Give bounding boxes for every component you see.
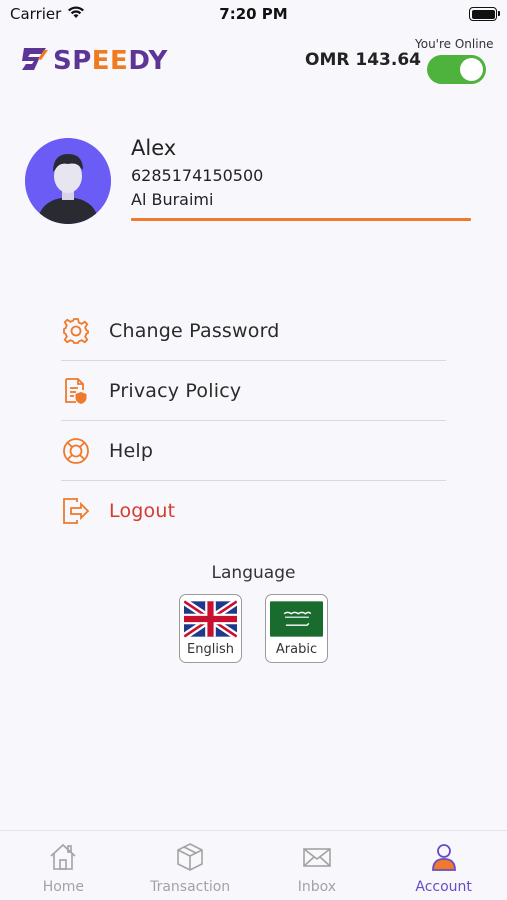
profile-divider [131,218,471,221]
online-status-label: You're Online [415,37,494,51]
logo-text-sp: SP [53,46,92,76]
lifebuoy-icon [61,436,91,466]
bottom-tab-bar: Home Transaction Inbox Account [0,830,507,900]
language-title: Language [211,563,296,583]
clock: 7:20 PM [219,5,288,23]
battery-icon [469,7,500,21]
tab-label: Account [415,879,472,895]
menu-item-help[interactable]: Help [61,421,446,481]
menu-item-change-password[interactable]: Change Password [61,301,446,361]
wallet-balance: OMR 143.64 [305,50,421,70]
app-header: SPEEDY OMR 143.64 You're Online [0,34,507,94]
gear-icon [61,316,91,346]
tab-transaction[interactable]: Transaction [127,831,254,900]
menu-item-label: Logout [109,500,176,522]
menu-item-logout[interactable]: Logout [61,481,446,541]
profile-phone: 6285174150500 [131,166,264,185]
speedy-logo: SPEEDY [20,46,168,76]
language-arabic-button[interactable]: Arabic [265,594,328,663]
tab-home[interactable]: Home [0,831,127,900]
tab-inbox[interactable]: Inbox [254,831,381,900]
language-arabic-label: Arabic [275,642,318,657]
tab-account[interactable]: Account [380,831,507,900]
status-bar: Carrier 7:20 PM [0,0,507,28]
toggle-knob [460,58,483,81]
tab-label: Home [42,879,85,895]
logo-text-dy: DY [128,46,168,76]
menu-item-label: Privacy Policy [109,379,242,402]
uk-flag-icon [184,599,237,639]
menu-item-label: Change Password [109,319,280,342]
profile-name: Alex [131,136,177,160]
online-toggle[interactable] [427,55,486,84]
logo-text-ee: EE [91,46,129,76]
document-shield-icon [61,376,91,406]
logo-mark-icon [20,46,50,76]
avatar[interactable] [25,138,111,224]
saudi-flag-icon [270,599,323,639]
box-icon [174,841,206,873]
profile-city: Al Buraimi [131,190,214,209]
menu-item-privacy-policy[interactable]: Privacy Policy [61,361,446,421]
logo-text: SPEEDY [53,46,168,76]
logout-icon [61,496,91,526]
language-english-button[interactable]: English [179,594,242,663]
user-avatar-icon [25,138,111,224]
home-icon [47,841,79,873]
mail-icon [301,841,333,873]
user-icon [428,841,460,873]
tab-label: Inbox [297,879,337,895]
account-menu: Change Password Privacy Policy Help Logo… [61,301,446,541]
tab-label: Transaction [150,879,231,895]
language-english-label: English [187,642,234,657]
menu-item-label: Help [109,439,154,462]
